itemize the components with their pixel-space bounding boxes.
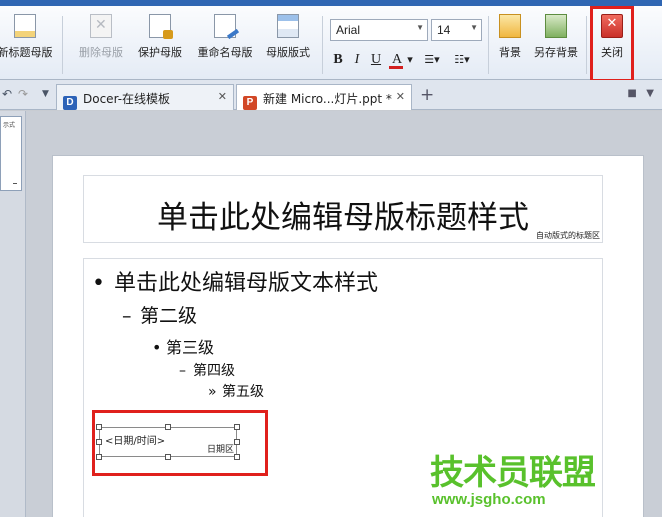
tab-presentation[interactable]: P 新建 Micro...灯片.ppt * ✕ (236, 84, 412, 110)
font-name-select[interactable]: Arial ▼ (330, 19, 428, 41)
delete-master-label: 删除母版 (79, 46, 123, 59)
text-level-3-label: 第三级 (166, 338, 215, 357)
numbered-list-icon[interactable]: ☷▾ (450, 50, 474, 70)
title-area-label: 自动版式的标题区 (536, 231, 600, 240)
close-icon[interactable]: ✕ (396, 90, 405, 103)
chevron-down-icon[interactable]: ▼ (416, 23, 424, 32)
protect-master-label: 保护母版 (138, 46, 182, 59)
text-level-4-label: 第四级 (193, 363, 235, 379)
underline-button[interactable]: U (369, 50, 383, 70)
tab-docer[interactable]: D Docer-在线模板 ✕ (56, 84, 234, 110)
ribbon-divider (62, 16, 63, 74)
dash-icon: – (179, 363, 186, 379)
text-level-1-label: 单击此处编辑母版文本样式 (114, 271, 379, 296)
slide-thumbnail[interactable]: 示式 (0, 116, 22, 191)
text-level-5[interactable]: » 第五级 (208, 381, 264, 401)
master-layout-icon (277, 14, 299, 38)
save-background-label: 另存背景 (534, 46, 578, 59)
thumbnail-dash (13, 183, 17, 184)
bold-button[interactable]: B (331, 50, 345, 70)
undo-icon[interactable]: ↶ (2, 87, 12, 101)
text-level-1[interactable]: • 单击此处编辑母版文本样式 (92, 265, 378, 297)
protect-master-button[interactable]: 保护母版 (133, 14, 187, 74)
master-layout-label: 母版版式 (266, 46, 310, 59)
date-highlight-box (92, 410, 268, 476)
new-title-master-button[interactable]: 新标题母版 (0, 14, 56, 74)
redo-icon[interactable]: ↷ (18, 87, 28, 101)
new-title-master-icon (14, 14, 36, 38)
new-title-master-label: 新标题母版 (0, 46, 53, 59)
title-placeholder[interactable]: 单击此处编辑母版标题样式 自动版式的标题区 (83, 175, 603, 243)
delete-master-icon (90, 14, 112, 38)
background-icon (499, 14, 521, 38)
watermark-title: 技术员联盟 (430, 453, 596, 493)
text-level-5-label: 第五级 (222, 384, 264, 400)
rename-master-button[interactable]: 重命名母版 (192, 14, 258, 74)
ribbon-divider (488, 16, 489, 74)
font-name-value: Arial (336, 23, 361, 37)
text-level-3[interactable]: • 第三级 (152, 334, 214, 358)
save-background-button[interactable]: 另存背景 (529, 14, 583, 74)
site-watermark: 技术员联盟 www.jsgho.com (430, 445, 640, 517)
background-button[interactable]: 背景 (493, 14, 527, 74)
ppt-icon: P (243, 96, 257, 110)
background-label: 背景 (499, 46, 521, 59)
add-tab-icon[interactable]: + (420, 85, 434, 105)
font-size-value: 14 (437, 23, 451, 37)
close-highlight-box (590, 6, 634, 82)
font-color-button[interactable]: A (389, 50, 405, 70)
tab-label: Docer-在线模板 (83, 92, 171, 106)
master-title-text[interactable]: 单击此处编辑母版标题样式 (84, 192, 602, 237)
font-color-letter: A (391, 52, 403, 67)
rename-master-label: 重命名母版 (197, 46, 253, 59)
chevron-down-icon[interactable]: ▼ (42, 89, 49, 99)
close-icon[interactable]: ✕ (218, 90, 227, 103)
bullet-icon: • (92, 271, 105, 296)
master-layout-button[interactable]: 母版版式 (261, 14, 315, 74)
text-level-4[interactable]: – 第四级 (179, 360, 235, 380)
bullet-list-icon[interactable]: ☰▾ (420, 50, 444, 70)
delete-master-button[interactable]: 删除母版 (74, 14, 128, 74)
tab-label: 新建 Micro...灯片.ppt * (263, 92, 392, 106)
chevron-down-icon[interactable]: ▼ (470, 23, 478, 32)
tab-bar-options-icon[interactable]: ■ ▼ (627, 88, 654, 99)
ribbon-toolbar: 新标题母版 删除母版 保护母版 重命名母版 母版版式 Arial ▼ 14 ▼ … (0, 6, 662, 80)
docer-icon: D (63, 96, 77, 110)
rename-master-icon (214, 14, 236, 38)
dash-icon: – (122, 305, 132, 327)
italic-button[interactable]: I (351, 50, 363, 70)
bullet-icon: • (152, 338, 162, 357)
document-tab-bar: ↶ ↷ ▼ D Docer-在线模板 ✕ P 新建 Micro...灯片.ppt *… (0, 80, 662, 110)
protect-master-icon (149, 14, 173, 39)
text-level-2[interactable]: – 第二级 (122, 301, 197, 328)
text-level-2-label: 第二级 (140, 305, 198, 327)
ribbon-divider (586, 16, 587, 74)
watermark-url: www.jsgho.com (432, 491, 546, 508)
chevron-right-icon: » (208, 384, 217, 400)
font-size-select[interactable]: 14 ▼ (431, 19, 482, 41)
chevron-down-icon[interactable]: ▾ (406, 50, 414, 70)
thumbnail-text: 示式 (3, 122, 16, 129)
ribbon-divider (322, 16, 323, 74)
slide-thumbnail-pane: 示式 (0, 111, 26, 517)
font-color-swatch (389, 66, 403, 69)
save-background-icon (545, 14, 567, 38)
